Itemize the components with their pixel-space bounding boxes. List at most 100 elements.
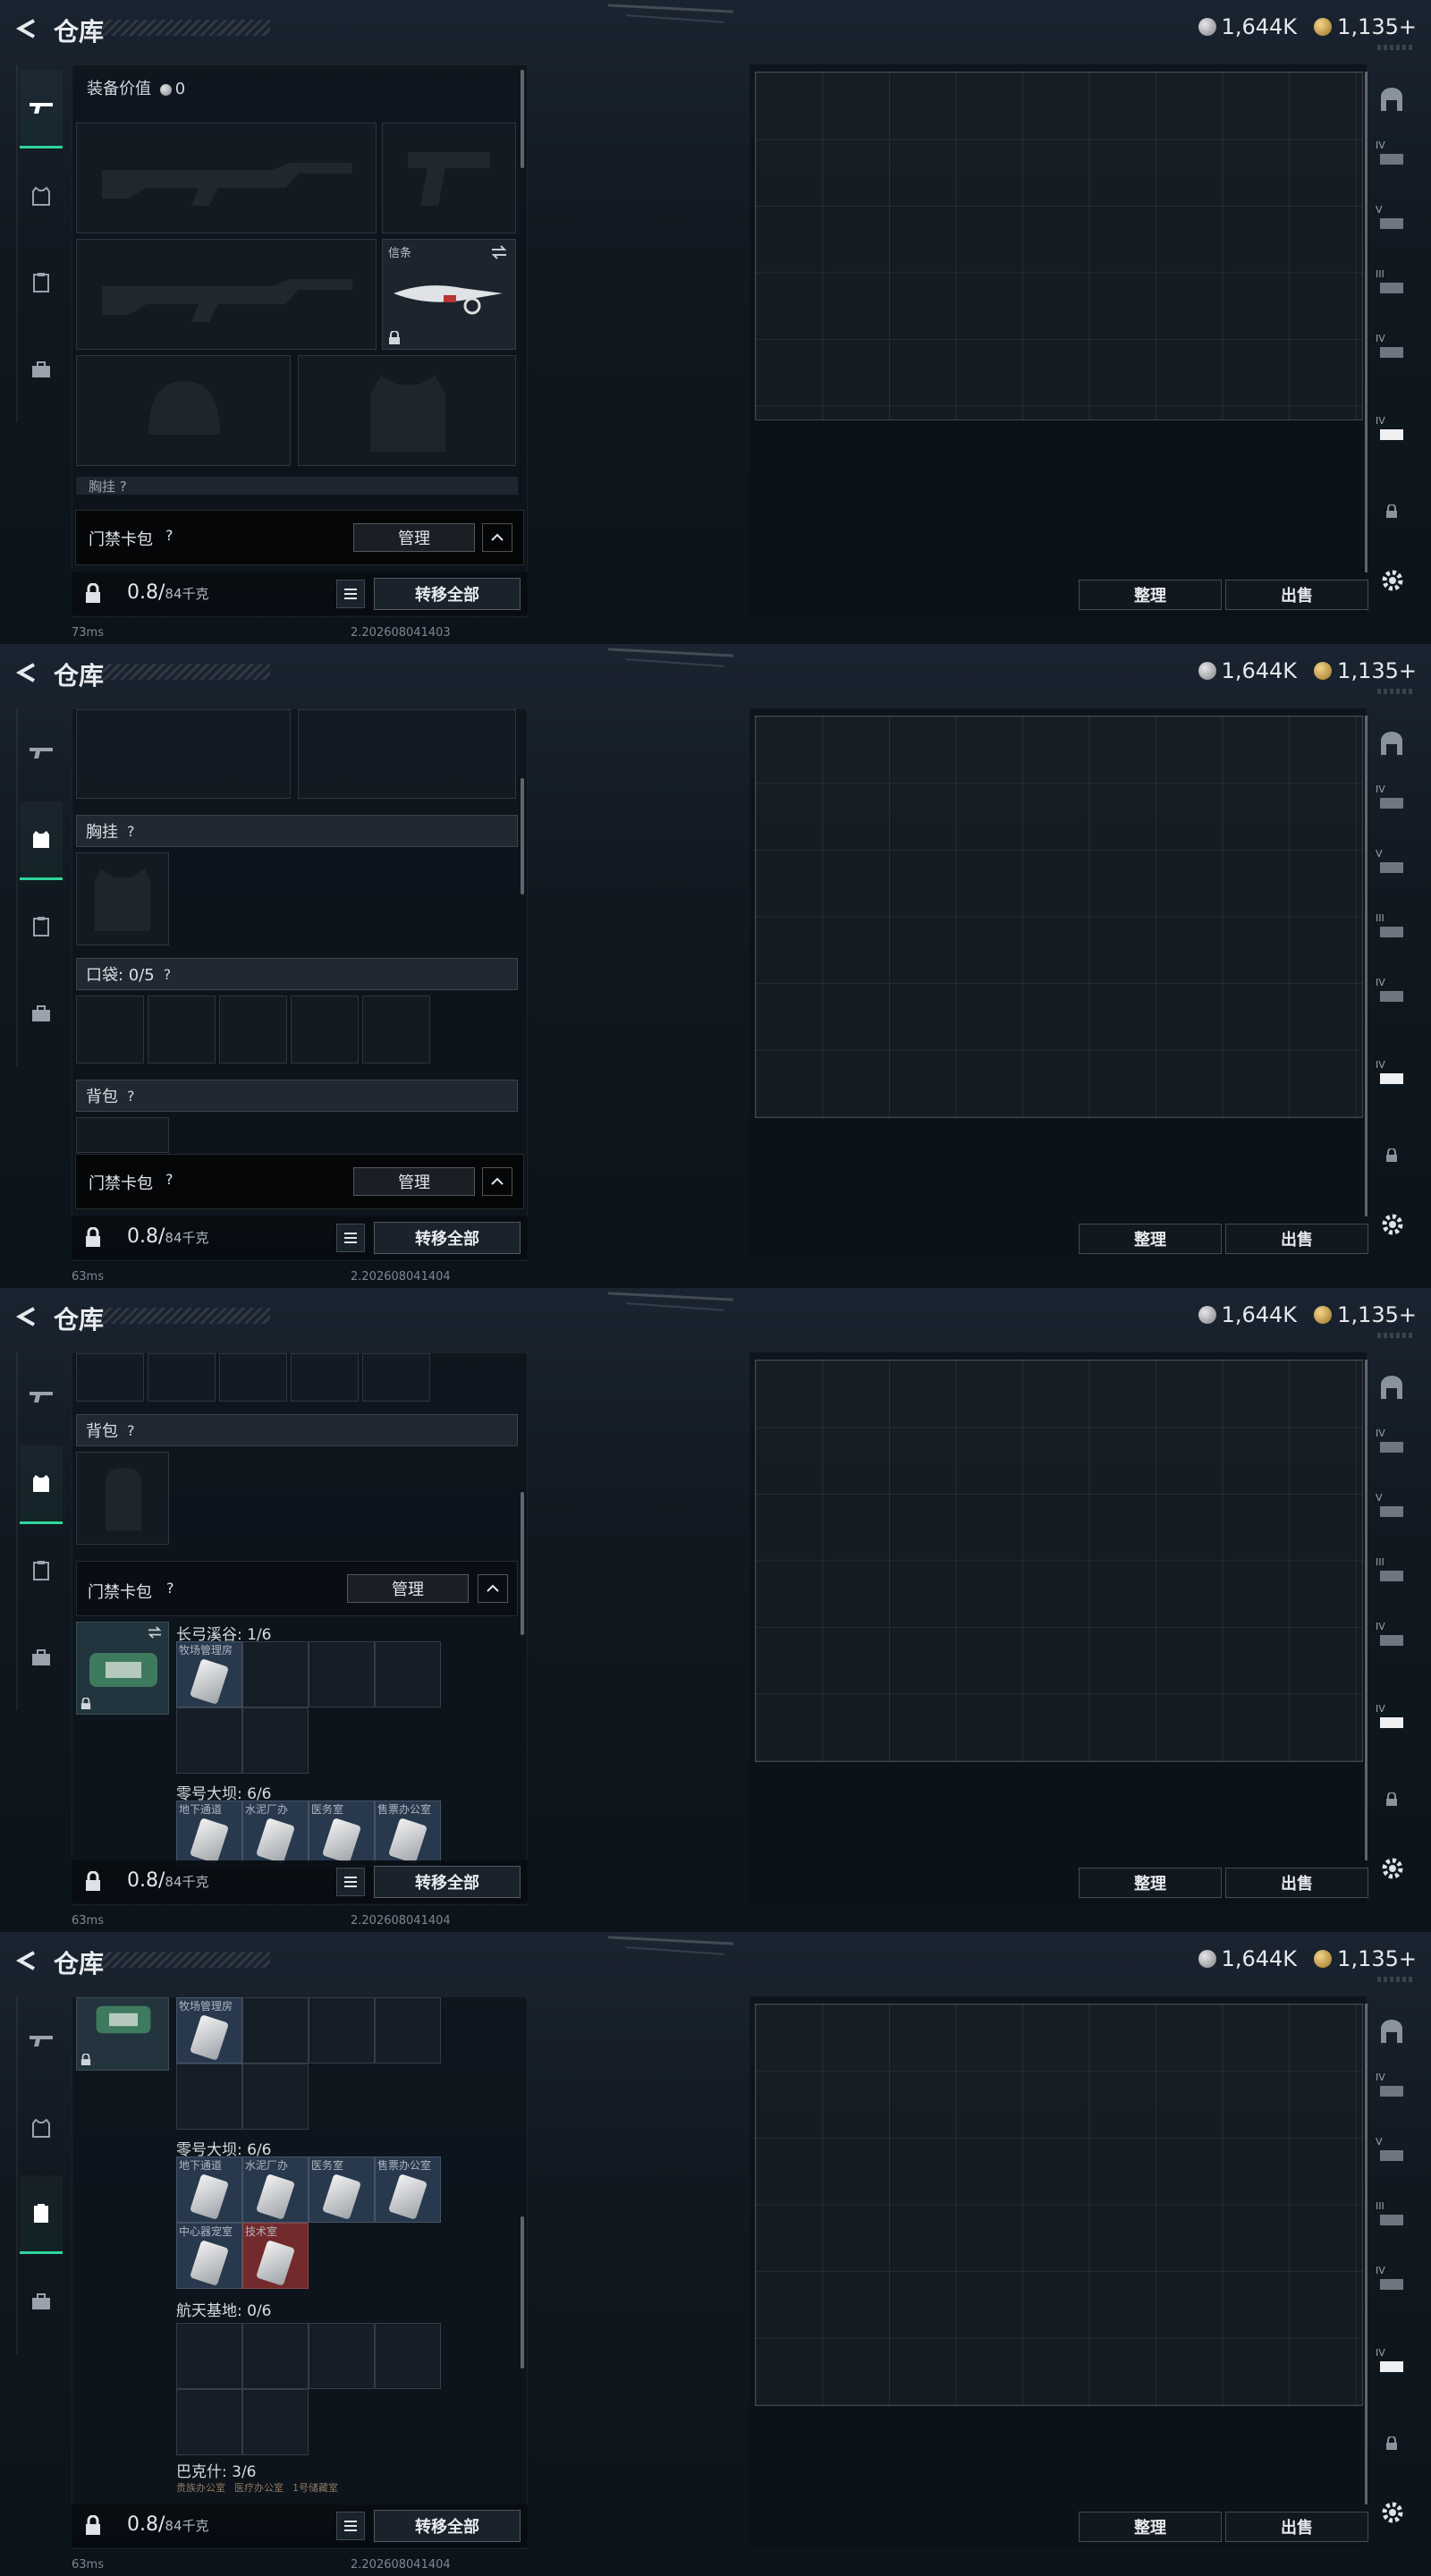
swap-icon[interactable] xyxy=(490,245,508,259)
collapse-button[interactable] xyxy=(482,1167,512,1196)
gear-icon[interactable] xyxy=(1379,1855,1406,1882)
gold-currency[interactable]: 1,135+ xyxy=(1314,14,1417,39)
stash-tab-5-icon[interactable]: IV xyxy=(1376,2265,1408,2299)
back-arrow-icon[interactable] xyxy=(14,1306,38,1327)
stash-tab-3-icon[interactable]: V xyxy=(1376,2136,1408,2170)
lock-icon[interactable] xyxy=(84,2515,102,2537)
nav-briefcase[interactable] xyxy=(20,975,63,1054)
pocket-slot[interactable] xyxy=(291,1353,359,1402)
keycard-slot[interactable] xyxy=(176,2063,242,2130)
gold-currency[interactable]: 1,135+ xyxy=(1314,1302,1417,1327)
nav-cards[interactable] xyxy=(20,1531,63,1610)
list-view-button[interactable] xyxy=(336,2512,365,2540)
nav-cards[interactable] xyxy=(20,887,63,966)
nav-weapons[interactable] xyxy=(20,714,63,792)
stash-tab-6-icon[interactable]: IV xyxy=(1376,415,1408,449)
stash-tab-main-icon[interactable] xyxy=(1376,728,1408,760)
nav-cards[interactable] xyxy=(20,2175,63,2254)
secondary-weapon-slot[interactable] xyxy=(76,239,377,350)
stash-tab-2-icon[interactable]: IV xyxy=(1376,784,1408,818)
stash-lock-icon[interactable] xyxy=(1376,496,1408,528)
keycard-slot[interactable] xyxy=(242,1707,309,1774)
keycard-slot[interactable] xyxy=(242,1641,309,1707)
nav-armor[interactable] xyxy=(20,157,63,236)
lock-icon[interactable] xyxy=(84,1871,102,1893)
body-armor-slot[interactable] xyxy=(298,355,516,466)
gold-currency[interactable]: 1,135+ xyxy=(1314,658,1417,683)
stash-lock-icon[interactable] xyxy=(1376,1140,1408,1172)
keycard-slot[interactable] xyxy=(375,1641,441,1707)
keycard-slot[interactable] xyxy=(309,1997,375,2063)
pocket-slot[interactable] xyxy=(148,996,216,1063)
helmet-slot[interactable] xyxy=(76,355,291,466)
stash-grid[interactable] xyxy=(755,716,1363,1118)
transfer-all-button[interactable]: 转移全部 xyxy=(374,578,521,610)
sell-button[interactable]: 出售 xyxy=(1225,1868,1368,1898)
manage-button[interactable]: 管理 xyxy=(353,523,475,552)
stash-tab-4-icon[interactable]: III xyxy=(1376,2200,1408,2234)
pocket-slot[interactable] xyxy=(362,1353,430,1402)
panel-scrollbar[interactable] xyxy=(521,2216,524,2368)
nav-weapons[interactable] xyxy=(20,2002,63,2080)
keycard-slot[interactable] xyxy=(309,1641,375,1707)
swap-icon[interactable] xyxy=(147,1626,163,1639)
keycard-slot[interactable] xyxy=(375,1997,441,2063)
stash-grid[interactable] xyxy=(755,72,1363,420)
help-icon[interactable]: ? xyxy=(127,1422,135,1439)
nav-weapons[interactable] xyxy=(20,70,63,148)
stash-tab-2-icon[interactable]: IV xyxy=(1376,2072,1408,2106)
keycard-wallet-item[interactable] xyxy=(76,1997,169,2071)
pocket-slot[interactable] xyxy=(362,996,430,1063)
stash-tab-3-icon[interactable]: V xyxy=(1376,1492,1408,1526)
stash-grid[interactable] xyxy=(755,2004,1363,2406)
stash-tab-6-icon[interactable]: IV xyxy=(1376,1703,1408,1737)
keycard-slot[interactable] xyxy=(242,2063,309,2130)
nav-briefcase[interactable] xyxy=(20,2263,63,2342)
pocket-slot[interactable] xyxy=(76,1353,144,1402)
keycard-slot[interactable]: 医务室 xyxy=(309,2157,375,2223)
keycard-slot[interactable]: 售票办公室 xyxy=(375,1801,441,1867)
sort-button[interactable]: 整理 xyxy=(1079,2512,1222,2542)
stash-tab-2-icon[interactable]: IV xyxy=(1376,1428,1408,1462)
back-arrow-icon[interactable] xyxy=(14,662,38,683)
gear-icon[interactable] xyxy=(1379,1211,1406,1238)
stash-lock-icon[interactable] xyxy=(1376,1784,1408,1816)
keycard-slot[interactable]: 中心器宠室 xyxy=(176,2223,242,2289)
stash-tab-3-icon[interactable]: V xyxy=(1376,204,1408,238)
keycard-help-icon[interactable]: ? xyxy=(166,1580,174,1597)
pocket-slot[interactable] xyxy=(219,996,287,1063)
keycard-slot[interactable] xyxy=(176,1707,242,1774)
sort-button[interactable]: 整理 xyxy=(1079,580,1222,610)
manage-button[interactable]: 管理 xyxy=(353,1167,475,1196)
keycard-help-icon[interactable]: ? xyxy=(165,1171,174,1188)
panel-scrollbar[interactable] xyxy=(521,70,524,168)
keycard-slot[interactable]: 水泥厂办 xyxy=(242,1801,309,1867)
pocket-slot[interactable] xyxy=(291,996,359,1063)
keycard-slot[interactable]: 医务室 xyxy=(309,1801,375,1867)
sell-button[interactable]: 出售 xyxy=(1225,2512,1368,2542)
stash-tab-5-icon[interactable]: IV xyxy=(1376,977,1408,1011)
stash-tab-5-icon[interactable]: IV xyxy=(1376,1621,1408,1655)
nav-weapons[interactable] xyxy=(20,1358,63,1436)
nav-briefcase[interactable] xyxy=(20,1619,63,1698)
keycard-slot[interactable] xyxy=(242,2323,309,2389)
keycard-slot[interactable]: 水泥厂办 xyxy=(242,2157,309,2223)
backpack-slot[interactable] xyxy=(76,1452,169,1545)
nav-cards[interactable] xyxy=(20,243,63,322)
list-view-button[interactable] xyxy=(336,1868,365,1896)
pocket-slot[interactable] xyxy=(219,1353,287,1402)
chest-rig-slot[interactable] xyxy=(76,852,169,945)
help-icon[interactable]: ? xyxy=(127,1088,135,1105)
stash-tab-4-icon[interactable]: III xyxy=(1376,912,1408,946)
list-view-button[interactable] xyxy=(336,1224,365,1252)
keycard-slot[interactable]: 牧场管理房 xyxy=(176,1641,242,1707)
stash-lock-icon[interactable] xyxy=(1376,2428,1408,2460)
manage-button[interactable]: 管理 xyxy=(347,1574,469,1603)
stash-tab-main-icon[interactable] xyxy=(1376,1372,1408,1404)
stash-tab-main-icon[interactable] xyxy=(1376,84,1408,116)
sort-button[interactable]: 整理 xyxy=(1079,1224,1222,1254)
lock-icon[interactable] xyxy=(84,583,102,605)
help-icon[interactable]: ? xyxy=(164,966,172,983)
primary-weapon-slot[interactable] xyxy=(76,123,377,233)
sidearm-slot[interactable] xyxy=(382,123,516,233)
